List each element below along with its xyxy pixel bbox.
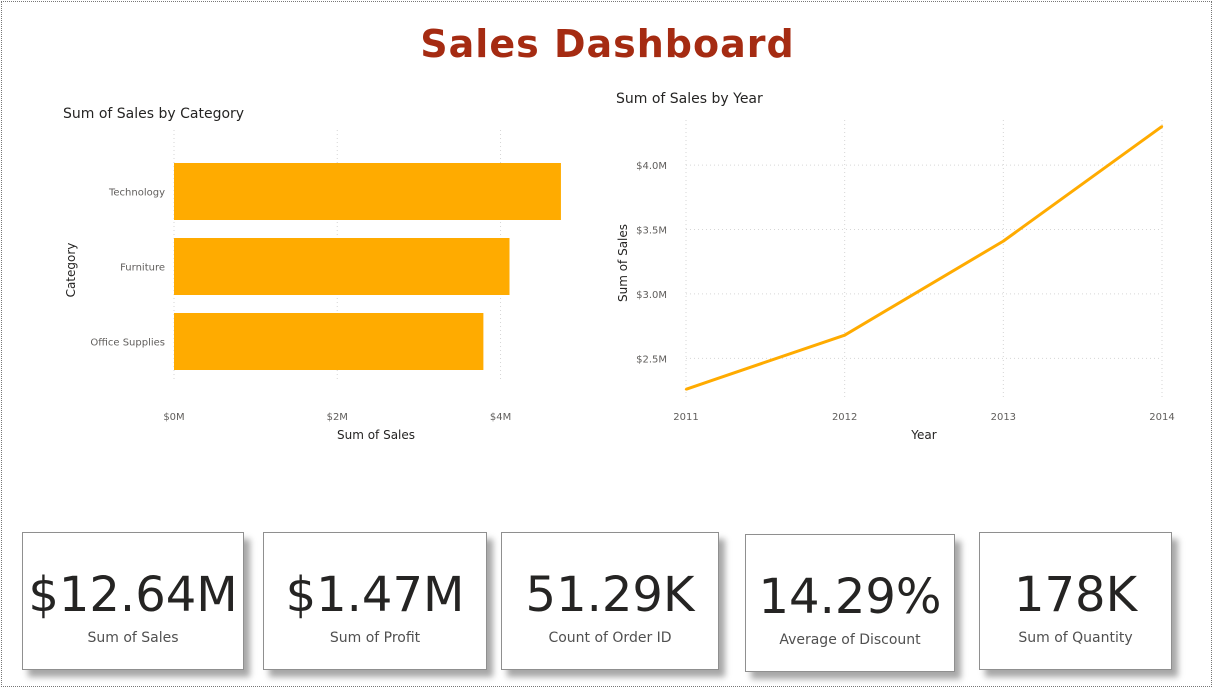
bar-furniture bbox=[174, 238, 510, 295]
kpi-card-sum-of-sales[interactable]: $12.64M Sum of Sales bbox=[22, 532, 244, 670]
kpi-label: Count of Order ID bbox=[548, 630, 672, 646]
line-chart-x-axis-label: Year bbox=[910, 428, 936, 442]
kpi-label: Sum of Sales bbox=[87, 630, 179, 646]
line-chart-y-ticks: $2.5M $3.0M $3.5M $4.0M bbox=[636, 161, 667, 365]
line-chart-title: Sum of Sales by Year bbox=[616, 91, 763, 107]
year-line-chart[interactable]: Sum of Sales by Year $2.5M $3.0M $3.5M $4.0… bbox=[600, 80, 1200, 460]
line-chart-series bbox=[684, 125, 1164, 391]
bar-technology bbox=[174, 163, 561, 220]
kpi-label: Average of Discount bbox=[779, 632, 921, 648]
bar-category-label: Technology bbox=[108, 188, 165, 199]
line-y-tick-label: $3.0M bbox=[636, 290, 667, 301]
line-x-tick-label: 2011 bbox=[673, 412, 698, 423]
bar-office-supplies bbox=[174, 313, 484, 370]
bar-category-label: Office Supplies bbox=[90, 338, 165, 349]
bar-x-tick-label: $4M bbox=[490, 412, 511, 423]
line-x-tick-label: 2014 bbox=[1149, 412, 1174, 423]
sales-by-year-line bbox=[685, 125, 1163, 391]
dashboard-page: Sales Dashboard Sum of Sales by Category… bbox=[0, 0, 1215, 690]
bar-chart-y-axis-label: Category bbox=[64, 243, 78, 298]
line-point-2014 bbox=[1160, 125, 1164, 128]
kpi-value: 51.29K bbox=[525, 567, 695, 623]
kpi-card-sum-of-quantity[interactable]: 178K Sum of Quantity bbox=[979, 532, 1172, 670]
line-point-2011 bbox=[684, 388, 688, 391]
line-chart-grid bbox=[685, 120, 1163, 397]
line-chart-y-axis-label: Sum of Sales bbox=[616, 224, 630, 302]
kpi-card-count-of-order-id[interactable]: 51.29K Count of Order ID bbox=[501, 532, 719, 670]
dashboard-title: Sales Dashboard bbox=[420, 22, 795, 66]
bar-category-label: Furniture bbox=[120, 263, 165, 274]
category-bar-chart[interactable]: Sum of Sales by Category Technology Furni… bbox=[0, 90, 600, 450]
line-chart-x-ticks: 2011 2012 2013 2014 bbox=[673, 412, 1174, 423]
kpi-value: 14.29% bbox=[758, 569, 942, 625]
bar-chart-x-axis-label: Sum of Sales bbox=[337, 428, 415, 442]
bar-x-tick-label: $2M bbox=[327, 412, 348, 423]
kpi-label: Sum of Quantity bbox=[1018, 630, 1133, 646]
kpi-card-average-of-discount[interactable]: 14.29% Average of Discount bbox=[745, 534, 955, 672]
bar-chart-category-labels: Technology Furniture Office Supplies bbox=[90, 188, 165, 349]
line-x-tick-label: 2012 bbox=[832, 412, 857, 423]
bar-chart-bars bbox=[174, 163, 561, 370]
line-point-2012 bbox=[843, 333, 846, 337]
line-y-tick-label: $3.5M bbox=[636, 226, 667, 237]
kpi-value: 178K bbox=[1013, 567, 1138, 623]
bar-chart-title: Sum of Sales by Category bbox=[63, 106, 244, 122]
bar-x-tick-label: $0M bbox=[163, 412, 184, 423]
kpi-label: Sum of Profit bbox=[329, 630, 421, 646]
kpi-value: $12.64M bbox=[28, 567, 238, 623]
kpi-card-sum-of-profit[interactable]: $1.47M Sum of Profit bbox=[263, 532, 487, 670]
bar-chart-x-ticks: $0M $2M $4M bbox=[163, 412, 511, 423]
line-y-tick-label: $4.0M bbox=[636, 161, 667, 172]
line-point-2013 bbox=[1002, 239, 1005, 243]
line-x-tick-label: 2013 bbox=[991, 412, 1016, 423]
line-y-tick-label: $2.5M bbox=[636, 354, 667, 365]
kpi-value: $1.47M bbox=[285, 567, 465, 623]
